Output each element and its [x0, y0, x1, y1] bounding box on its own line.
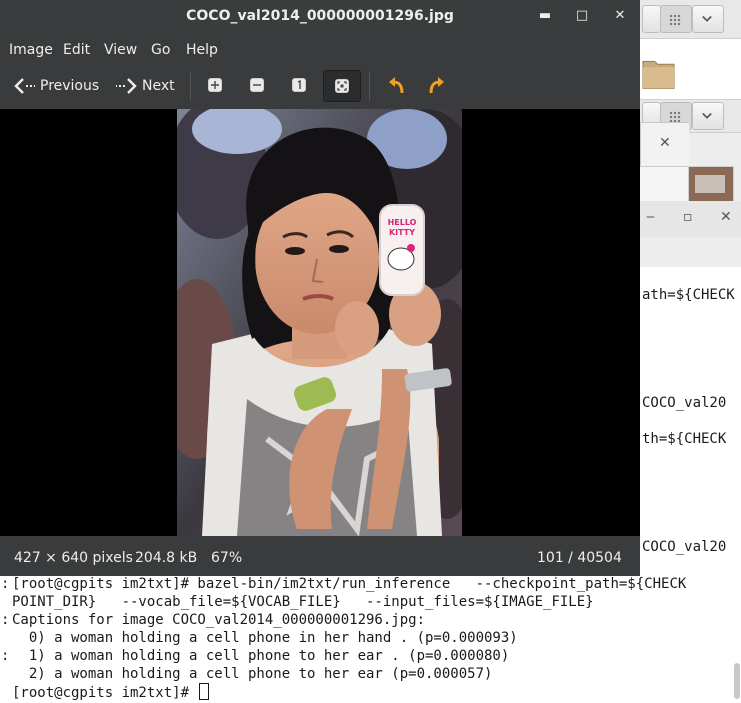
rotate-left-button[interactable]: [380, 72, 412, 100]
close-icon[interactable]: ✕: [659, 136, 671, 150]
menubar: [0, 34, 640, 66]
chevron-down-icon: [702, 112, 712, 119]
terminal-output[interactable]: : : : [root@cgpits im2txt]# bazel-bin/im…: [0, 575, 741, 703]
folder-icon[interactable]: [641, 55, 676, 91]
background-terminal-line: COCO_val20: [642, 539, 727, 555]
close-icon[interactable]: ✕: [612, 8, 628, 24]
terminal-prompt[interactable]: [root@cgpits im2txt]#: [12, 683, 210, 702]
background-list-row: [640, 166, 688, 201]
previous-label: Previous: [40, 78, 100, 94]
menu-edit[interactable]: Edit: [63, 41, 90, 59]
zoom-in-button[interactable]: [197, 70, 235, 102]
zoom-normal-button[interactable]: [281, 70, 319, 102]
terminal-cursor: [199, 683, 210, 700]
background-terminal-line: th=${CHECK: [642, 431, 727, 447]
background-terminal-line: ath=${CHECK: [642, 287, 735, 303]
minimize-icon[interactable]: ▬: [537, 8, 553, 24]
maximize-icon[interactable]: ▫: [683, 209, 693, 225]
grid-view-icon: [669, 14, 681, 26]
next-button[interactable]: Next: [113, 72, 179, 100]
next-label: Next: [142, 78, 175, 94]
rotate-right-button[interactable]: [420, 72, 452, 100]
zoom-fit-button[interactable]: [323, 70, 361, 102]
rotate-right-icon: [429, 77, 444, 94]
caption-line: 0) a woman holding a cell phone in her h…: [12, 630, 518, 646]
background-button[interactable]: [642, 5, 661, 33]
prompt-text: [root@cgpits im2txt]#: [12, 685, 198, 701]
image-filesize: 204.8 kB: [135, 550, 198, 566]
minimize-icon[interactable]: ‒: [646, 209, 655, 225]
maximize-icon[interactable]: □: [574, 8, 590, 24]
view-options-button[interactable]: [692, 102, 724, 130]
caption-line: 2) a woman holding a cell phone to her e…: [12, 666, 493, 682]
background-terminal-menubar: [640, 237, 741, 267]
image-viewer-window: COCO_val2014_000000001296.jpg ▬ □ ✕ Imag…: [0, 0, 640, 576]
caption-line: 1) a woman holding a cell phone to her e…: [12, 648, 510, 664]
captions-header: Captions for image COCO_val2014_00000000…: [12, 612, 426, 628]
svg-text:KITTY: KITTY: [389, 228, 415, 237]
displayed-photo[interactable]: HELLO KITTY: [177, 109, 462, 536]
menu-go[interactable]: Go: [151, 41, 170, 59]
photo-woman-with-phone: HELLO KITTY: [177, 109, 462, 536]
background-file-manager-toolbar: [640, 0, 741, 39]
image-dimensions: 427 × 640 pixels: [14, 550, 133, 566]
grid-view-button[interactable]: [660, 5, 692, 33]
terminal-command-line: [root@cgpits im2txt]# bazel-bin/im2txt/r…: [12, 576, 687, 592]
view-options-button[interactable]: [692, 5, 724, 33]
phone-case-text: HELLO: [388, 218, 417, 227]
menu-view[interactable]: View: [104, 41, 137, 59]
toolbar-separator: [190, 72, 191, 100]
menu-image[interactable]: Image: [9, 41, 53, 59]
menu-help[interactable]: Help: [186, 41, 218, 59]
zoom-level: 67%: [211, 550, 243, 566]
arrow-left-icon: [14, 78, 35, 94]
background-terminal-body[interactable]: [640, 267, 741, 577]
toolbar-separator: [369, 72, 370, 100]
close-icon[interactable]: ✕: [720, 209, 732, 225]
background-thumbnail[interactable]: [688, 166, 734, 204]
rotate-left-icon: [389, 77, 404, 94]
previous-button[interactable]: Previous: [10, 72, 102, 100]
image-position: 101 / 40504: [537, 550, 622, 566]
background-terminal-line: COCO_val20: [642, 395, 727, 411]
terminal-scrollbar[interactable]: [734, 663, 740, 699]
viewer-titlebar[interactable]: COCO_val2014_000000001296.jpg ▬ □ ✕: [0, 0, 640, 34]
chevron-down-icon: [702, 15, 712, 22]
arrow-right-icon: [116, 78, 137, 94]
zoom-out-button[interactable]: [239, 70, 277, 102]
terminal-command-line-cont: POINT_DIR} --vocab_file=${VOCAB_FILE} --…: [12, 594, 594, 610]
